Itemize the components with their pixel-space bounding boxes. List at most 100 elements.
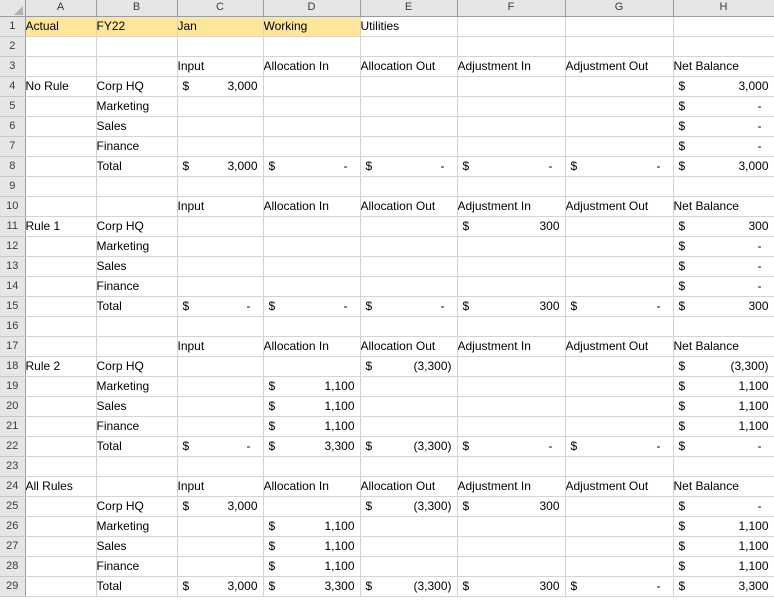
cell-b25-entity[interactable]: Corp HQ [96, 496, 178, 517]
cell-d28-allocation-in[interactable]: $1,100 [263, 556, 361, 577]
cell-b20-entity[interactable]: Sales [96, 396, 178, 417]
cell-a6[interactable] [25, 116, 97, 137]
cell-h16[interactable] [673, 316, 774, 337]
cell-e13-allocation-out[interactable] [360, 256, 458, 277]
cell-h10-net-balance-header[interactable]: Net Balance [673, 196, 774, 217]
cell-h8-net-balance-total[interactable]: $3,000 [673, 156, 774, 177]
table-row[interactable]: 1 Actual FY22 Jan Working Utilities [0, 16, 774, 37]
cell-f13-adjustment-in[interactable] [457, 256, 566, 277]
select-all-corner-icon[interactable] [0, 0, 26, 17]
row-header-4[interactable]: 4 [0, 76, 26, 97]
cell-h29-net-balance-total[interactable]: $3,300 [673, 576, 774, 597]
cell-c4-input[interactable]: $3,000 [177, 76, 264, 97]
row-header-3[interactable]: 3 [0, 56, 26, 77]
column-header-e[interactable]: E [360, 0, 458, 17]
column-header-b[interactable]: B [96, 0, 178, 17]
cell-c22-input-total[interactable]: $ - [177, 436, 264, 457]
cell-c2[interactable] [177, 36, 264, 57]
cell-b2[interactable] [96, 36, 178, 57]
cell-d8-allocation-in-total[interactable]: $ - [263, 156, 361, 177]
cell-g10-adjustment-out-header[interactable]: Adjustment Out [565, 196, 674, 217]
cell-d11-allocation-in[interactable] [263, 216, 361, 237]
table-row[interactable]: 10 Input Allocation In Allocation Out Ad… [0, 196, 774, 217]
cell-d25-allocation-in[interactable] [263, 496, 361, 517]
row-header-24[interactable]: 24 [0, 476, 26, 497]
cell-f21-adjustment-in[interactable] [457, 416, 566, 437]
cell-c24-input-header[interactable]: Input [177, 476, 264, 497]
cell-c10-input-header[interactable]: Input [177, 196, 264, 217]
cell-b17[interactable] [96, 336, 178, 357]
cell-f2[interactable] [457, 36, 566, 57]
cell-b9[interactable] [96, 176, 178, 197]
cell-d24-allocation-in-header[interactable]: Allocation In [263, 476, 361, 497]
table-row[interactable]: 17 Input Allocation In Allocation Out Ad… [0, 336, 774, 357]
cell-b5-entity[interactable]: Marketing [96, 96, 178, 117]
cell-c15-input-total[interactable]: $ - [177, 296, 264, 317]
cell-d6-allocation-in[interactable] [263, 116, 361, 137]
cell-h6-net-balance[interactable]: $ - [673, 116, 774, 137]
cell-a14[interactable] [25, 276, 97, 297]
cell-d5-allocation-in[interactable] [263, 96, 361, 117]
cell-d10-allocation-in-header[interactable]: Allocation In [263, 196, 361, 217]
cell-e20-allocation-out[interactable] [360, 396, 458, 417]
cell-a21[interactable] [25, 416, 97, 437]
cell-b15-total-label[interactable]: Total [96, 296, 178, 317]
table-row[interactable]: 18 Rule 2 Corp HQ $ (3,300) $ (3,300) [0, 356, 774, 377]
cell-f20-adjustment-in[interactable] [457, 396, 566, 417]
cell-g28-adjustment-out[interactable] [565, 556, 674, 577]
cell-f8-adjustment-in-total[interactable]: $ - [457, 156, 566, 177]
cell-h20-net-balance[interactable]: $1,100 [673, 396, 774, 417]
cell-a15[interactable] [25, 296, 97, 317]
row-header-22[interactable]: 22 [0, 436, 26, 457]
cell-b28-entity[interactable]: Finance [96, 556, 178, 577]
cell-c1-period[interactable]: Jan [177, 16, 264, 37]
table-row[interactable]: 27 Sales $1,100 $1,100 [0, 536, 774, 557]
cell-b11-entity[interactable]: Corp HQ [96, 216, 178, 237]
cell-b4-entity[interactable]: Corp HQ [96, 76, 178, 97]
cell-c7-input[interactable] [177, 136, 264, 157]
cell-c25-input[interactable]: $3,000 [177, 496, 264, 517]
cell-f29-adjustment-in-total[interactable]: $300 [457, 576, 566, 597]
cell-b6-entity[interactable]: Sales [96, 116, 178, 137]
cell-c27-input[interactable] [177, 536, 264, 557]
cell-e21-allocation-out[interactable] [360, 416, 458, 437]
table-row[interactable]: 5 Marketing $ - [0, 96, 774, 117]
cell-f18-adjustment-in[interactable] [457, 356, 566, 377]
cell-e19-allocation-out[interactable] [360, 376, 458, 397]
column-header-g[interactable]: G [565, 0, 674, 17]
cell-d22-allocation-in-total[interactable]: $3,300 [263, 436, 361, 457]
row-header-23[interactable]: 23 [0, 456, 26, 477]
cell-g25-adjustment-out[interactable] [565, 496, 674, 517]
table-row[interactable]: 15 Total $ - $ - $ - $300 $ - $300 [0, 296, 774, 317]
cell-a4-section-label[interactable]: No Rule [25, 76, 97, 97]
cell-c18-input[interactable] [177, 356, 264, 377]
table-row[interactable]: 28 Finance $1,100 $1,100 [0, 556, 774, 577]
cell-f16[interactable] [457, 316, 566, 337]
cell-d1-version[interactable]: Working [263, 16, 361, 37]
cell-e4-allocation-out[interactable] [360, 76, 458, 97]
column-header-a[interactable]: A [25, 0, 97, 17]
cell-f11-adjustment-in[interactable]: $300 [457, 216, 566, 237]
cell-e18-allocation-out[interactable]: $ (3,300) [360, 356, 458, 377]
cell-d19-allocation-in[interactable]: $1,100 [263, 376, 361, 397]
cell-b26-entity[interactable]: Marketing [96, 516, 178, 537]
cell-a23[interactable] [25, 456, 97, 477]
cell-f4-adjustment-in[interactable] [457, 76, 566, 97]
cell-f23[interactable] [457, 456, 566, 477]
cell-e6-allocation-out[interactable] [360, 116, 458, 137]
cell-c19-input[interactable] [177, 376, 264, 397]
cell-f7-adjustment-in[interactable] [457, 136, 566, 157]
cell-b29-total-label[interactable]: Total [96, 576, 178, 597]
cell-g27-adjustment-out[interactable] [565, 536, 674, 557]
cell-a24-section-label[interactable]: All Rules [25, 476, 97, 497]
cell-b27-entity[interactable]: Sales [96, 536, 178, 557]
table-row[interactable]: 3 Input Allocation In Allocation Out Adj… [0, 56, 774, 77]
cell-c6-input[interactable] [177, 116, 264, 137]
cell-f5-adjustment-in[interactable] [457, 96, 566, 117]
cell-g1[interactable] [565, 16, 674, 37]
cell-b16[interactable] [96, 316, 178, 337]
row-header-14[interactable]: 14 [0, 276, 26, 297]
cell-g2[interactable] [565, 36, 674, 57]
cell-g22-adjustment-out-total[interactable]: $ - [565, 436, 674, 457]
cell-g7-adjustment-out[interactable] [565, 136, 674, 157]
